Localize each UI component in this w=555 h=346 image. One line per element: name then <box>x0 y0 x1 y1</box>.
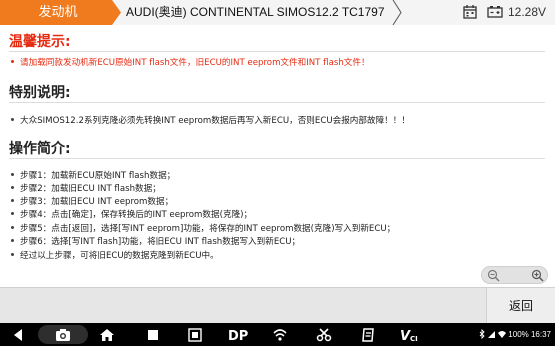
vehicle-path: AUDI(奥迪) CONTINENTAL SIMOS12.2 TC1797 <box>126 5 385 19</box>
battery-voltage: 12.28V <box>508 5 547 19</box>
bullet-icon <box>11 186 14 189</box>
screenshot-icon[interactable] <box>187 327 203 343</box>
status-bar-text: 100% 16:37 <box>508 330 551 339</box>
divider <box>9 158 545 159</box>
tab-engine[interactable]: 发动机 <box>0 0 122 25</box>
bullet-icon <box>11 253 14 256</box>
battery-icon <box>487 6 503 18</box>
back-button[interactable]: 返回 <box>486 288 555 324</box>
dp-icon[interactable]: DP <box>228 327 250 343</box>
bullet-icon <box>11 199 14 202</box>
warning-title: 温馨提示: <box>9 34 71 50</box>
footer-bar: 返回 <box>0 287 555 324</box>
zoom-in-icon[interactable] <box>531 269 544 282</box>
step-line: 步骤1：加载新ECU原始INT flash数据； <box>11 169 175 181</box>
steps-title: 操作简介: <box>9 141 71 157</box>
system-nav-bar: DP V CI 100% 16:37 <box>0 323 555 346</box>
home-icon[interactable] <box>99 327 115 343</box>
calendar-icon[interactable] <box>462 4 478 20</box>
document-icon[interactable] <box>360 327 376 343</box>
bullet-icon <box>11 212 14 215</box>
top-header: 发动机 AUDI(奥迪) CONTINENTAL SIMOS12.2 TC179… <box>0 0 555 25</box>
path-arrow-icon <box>392 0 402 25</box>
nav-back-icon[interactable] <box>10 327 26 343</box>
step-line: 经过以上步骤，可将旧ECU的数据克隆到新ECU中。 <box>11 249 219 261</box>
special-title: 特别说明: <box>9 85 71 101</box>
bullet-icon <box>11 60 14 63</box>
bullet-icon <box>11 118 14 121</box>
step-line: 步骤3：加载旧ECU INT eeprom数据； <box>11 195 173 207</box>
camera-icon <box>56 329 70 341</box>
recent-apps-icon[interactable] <box>145 327 161 343</box>
zoom-control <box>481 266 548 284</box>
info-panel[interactable]: 温馨提示: 请加载同款发动机新ECU原始INT flash文件，旧ECU的INT… <box>0 25 555 287</box>
warning-line: 请加载同款发动机新ECU原始INT flash文件，旧ECU的INT eepro… <box>11 56 370 68</box>
status-icons <box>479 329 506 340</box>
bullet-icon <box>11 239 14 242</box>
zoom-out-icon[interactable] <box>487 269 500 282</box>
step-line: 步骤4：点击[确定]，保存转换后的INT eeprom数据(克隆)； <box>11 208 252 220</box>
wifi-signal-icon[interactable] <box>272 327 288 343</box>
tools-icon[interactable] <box>316 327 332 343</box>
step-line: 步骤5：点击[返回]，选择[写INT eeprom]功能，将保存的INT eep… <box>11 222 395 234</box>
svg-text:CI: CI <box>410 335 418 343</box>
tab-engine-label: 发动机 <box>38 5 78 20</box>
divider <box>9 102 545 103</box>
step-line: 步骤6：选择[写INT flash]功能，将旧ECU INT flash数据写入… <box>11 235 300 247</box>
divider <box>9 51 545 52</box>
svg-text:DP: DP <box>228 329 248 343</box>
bullet-icon <box>11 226 14 229</box>
step-line: 步骤2：加载旧ECU INT flash数据； <box>11 182 161 194</box>
bullet-icon <box>11 173 14 176</box>
nav-camera-pill[interactable] <box>38 325 88 344</box>
special-line: 大众SIMOS12.2系列克隆必须先转换INT eeprom数据后再写入新ECU… <box>11 114 410 126</box>
vci-icon[interactable]: V CI <box>400 327 420 343</box>
